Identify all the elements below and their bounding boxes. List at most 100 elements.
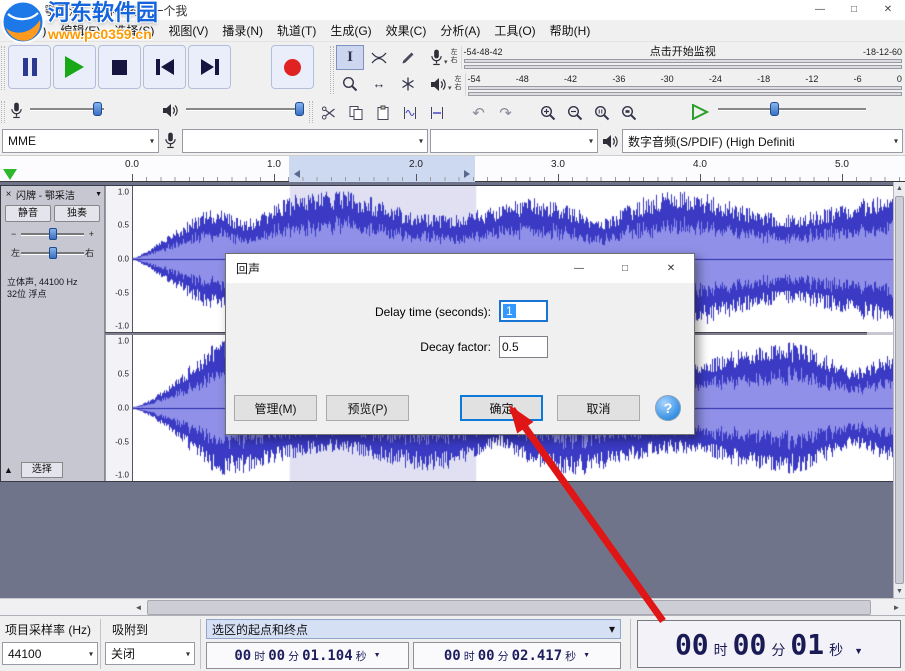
recording-meter-toolbar[interactable]: ▾ 左右 -54 -48 -42 点击开始监视 -18 -12 -6 0 xyxy=(430,44,902,70)
menu-file[interactable]: 文件(F) xyxy=(0,20,53,42)
preview-button[interactable]: 预览(P) xyxy=(326,395,409,421)
silence-audio-button[interactable] xyxy=(424,100,449,125)
undo-button[interactable]: ↶ xyxy=(466,100,491,125)
multi-tool-button[interactable] xyxy=(394,71,422,96)
dialog-minimize-button[interactable]: — xyxy=(556,254,602,283)
monitor-message[interactable]: 点击开始监视 xyxy=(503,46,863,58)
zoom-in-button[interactable] xyxy=(535,100,560,125)
snap-to-combo[interactable]: 关闭▾ xyxy=(105,642,195,665)
chevron-down-icon[interactable]: ▼ xyxy=(583,652,590,659)
pause-button[interactable] xyxy=(8,45,51,89)
selection-end-time[interactable]: 00时 00分 02.417秒 ▼ xyxy=(413,642,621,669)
cut-button[interactable] xyxy=(316,100,341,125)
envelope-tool-button[interactable] xyxy=(365,45,393,70)
gain-thumb[interactable] xyxy=(49,228,57,240)
minimize-button[interactable]: — xyxy=(803,0,837,20)
track-menu-dropdown-icon[interactable]: ▼ xyxy=(95,191,102,198)
pan-slider[interactable]: 左 右 xyxy=(9,246,96,260)
recording-volume-slider[interactable] xyxy=(30,101,104,117)
recording-volume-thumb[interactable] xyxy=(93,102,102,116)
menu-transport[interactable]: 播录(N) xyxy=(215,20,270,42)
toolbar-grip[interactable] xyxy=(1,46,5,90)
stop-button[interactable] xyxy=(98,45,141,89)
draw-tool-button[interactable] xyxy=(394,45,422,70)
chevron-down-icon[interactable]: ▾ xyxy=(444,58,448,66)
menu-tracks[interactable]: 轨道(T) xyxy=(270,20,323,42)
track-name[interactable]: 闪牌 - 鄂采洁 xyxy=(16,187,93,202)
toolbar-grip[interactable] xyxy=(330,46,334,94)
vertical-scrollbar[interactable]: ▲ ▼ xyxy=(893,182,905,598)
play-at-speed-button[interactable] xyxy=(692,104,709,123)
selection-tool-button[interactable]: I xyxy=(336,45,364,70)
zoom-out-button[interactable] xyxy=(562,100,587,125)
zoom-fit-button[interactable] xyxy=(616,100,641,125)
track-select-button[interactable]: 选择 xyxy=(21,462,63,478)
selection-start-time[interactable]: 00时 00分 01.104秒 ▼ xyxy=(206,642,409,669)
selection-mode-combo[interactable]: 选区的起点和终点▾ xyxy=(206,619,621,639)
playback-device-combo[interactable]: 数字音频(S/PDIF) (High Definiti▾ xyxy=(622,129,903,153)
menu-edit[interactable]: 编辑(E) xyxy=(53,20,107,42)
toolbar-grip[interactable] xyxy=(1,101,5,123)
gain-slider[interactable]: − + xyxy=(9,227,96,241)
horizontal-scrollbar-thumb[interactable] xyxy=(147,600,871,615)
pan-thumb[interactable] xyxy=(49,247,57,259)
manage-button[interactable]: 管理(M) xyxy=(234,395,317,421)
menu-generate[interactable]: 生成(G) xyxy=(323,20,378,42)
cancel-button[interactable]: 取消 xyxy=(557,395,640,421)
maximize-button[interactable]: □ xyxy=(837,0,871,20)
menu-analyze[interactable]: 分析(A) xyxy=(433,20,487,42)
track-close-button[interactable]: × xyxy=(3,189,14,200)
trim-audio-button[interactable] xyxy=(397,100,422,125)
pinned-playhead-icon[interactable] xyxy=(3,169,17,180)
vertical-ruler-left-channel[interactable]: 1.0 0.5 0.0 -0.5 -1.0 xyxy=(105,186,133,332)
zoom-tool-button[interactable] xyxy=(336,71,364,96)
dialog-maximize-button[interactable]: □ xyxy=(602,254,648,283)
recording-device-combo[interactable]: ▾ xyxy=(182,129,428,153)
play-speed-slider[interactable] xyxy=(718,101,866,117)
record-button[interactable] xyxy=(271,45,314,89)
vertical-scrollbar-thumb[interactable] xyxy=(895,196,904,584)
close-button[interactable]: ✕ xyxy=(871,0,905,20)
playback-volume-thumb[interactable] xyxy=(295,102,304,116)
decay-factor-input[interactable]: 0.5 xyxy=(499,336,548,358)
scroll-up-icon[interactable]: ▲ xyxy=(894,182,905,195)
play-button[interactable] xyxy=(53,45,96,89)
horizontal-scrollbar[interactable]: ◄ ► xyxy=(0,598,905,615)
ok-button[interactable]: 确定 xyxy=(460,395,543,421)
skip-to-start-button[interactable] xyxy=(143,45,186,89)
playback-meter-toolbar[interactable]: ▾ 左右 -54 -48 -42 -36 -30 -24 -18 -12 -6 … xyxy=(430,71,902,97)
track-control-panel[interactable]: × 闪牌 - 鄂采洁 ▼ 静音 独奏 − + 左 右 xyxy=(1,186,105,481)
mute-button[interactable]: 静音 xyxy=(5,205,51,222)
solo-button[interactable]: 独奏 xyxy=(54,205,100,222)
menu-help[interactable]: 帮助(H) xyxy=(543,20,598,42)
skip-to-end-button[interactable] xyxy=(188,45,231,89)
collapse-track-button[interactable]: ▲ xyxy=(4,465,13,475)
menu-tools[interactable]: 工具(O) xyxy=(487,20,542,42)
dialog-title-bar[interactable]: 回声 — □ ✕ xyxy=(226,254,694,283)
scroll-down-icon[interactable]: ▼ xyxy=(894,585,905,598)
menu-view[interactable]: 视图(V) xyxy=(161,20,215,42)
audio-host-combo[interactable]: MME▾ xyxy=(2,129,159,153)
play-speed-thumb[interactable] xyxy=(770,102,779,116)
zoom-selection-button[interactable] xyxy=(589,100,614,125)
vertical-ruler-right-channel[interactable]: 1.0 0.5 0.0 -0.5 -1.0 xyxy=(105,335,133,481)
delay-time-input[interactable]: 1 xyxy=(499,300,548,322)
toolbar-grip[interactable] xyxy=(309,101,313,123)
project-rate-combo[interactable]: 44100▾ xyxy=(2,642,98,665)
recording-channels-combo[interactable]: ▾ xyxy=(430,129,598,153)
help-button[interactable]: ? xyxy=(655,395,681,421)
menu-effect[interactable]: 效果(C) xyxy=(379,20,434,42)
scroll-right-icon[interactable]: ► xyxy=(888,599,905,616)
timeshift-tool-button[interactable]: ↔ xyxy=(365,71,393,96)
copy-button[interactable] xyxy=(343,100,368,125)
dialog-close-button[interactable]: ✕ xyxy=(648,254,694,283)
chevron-down-icon[interactable]: ▼ xyxy=(854,646,863,656)
redo-button[interactable]: ↷ xyxy=(493,100,518,125)
timeline-ruler[interactable]: 0.0 1.0 2.0 3.0 4.0 5.0 xyxy=(0,155,905,182)
paste-button[interactable] xyxy=(370,100,395,125)
scroll-left-icon[interactable]: ◄ xyxy=(130,599,147,616)
chevron-down-icon[interactable]: ▾ xyxy=(448,84,452,92)
playback-volume-slider[interactable] xyxy=(186,101,304,117)
menu-select[interactable]: 选择(S) xyxy=(107,20,161,42)
chevron-down-icon[interactable]: ▼ xyxy=(374,652,381,659)
